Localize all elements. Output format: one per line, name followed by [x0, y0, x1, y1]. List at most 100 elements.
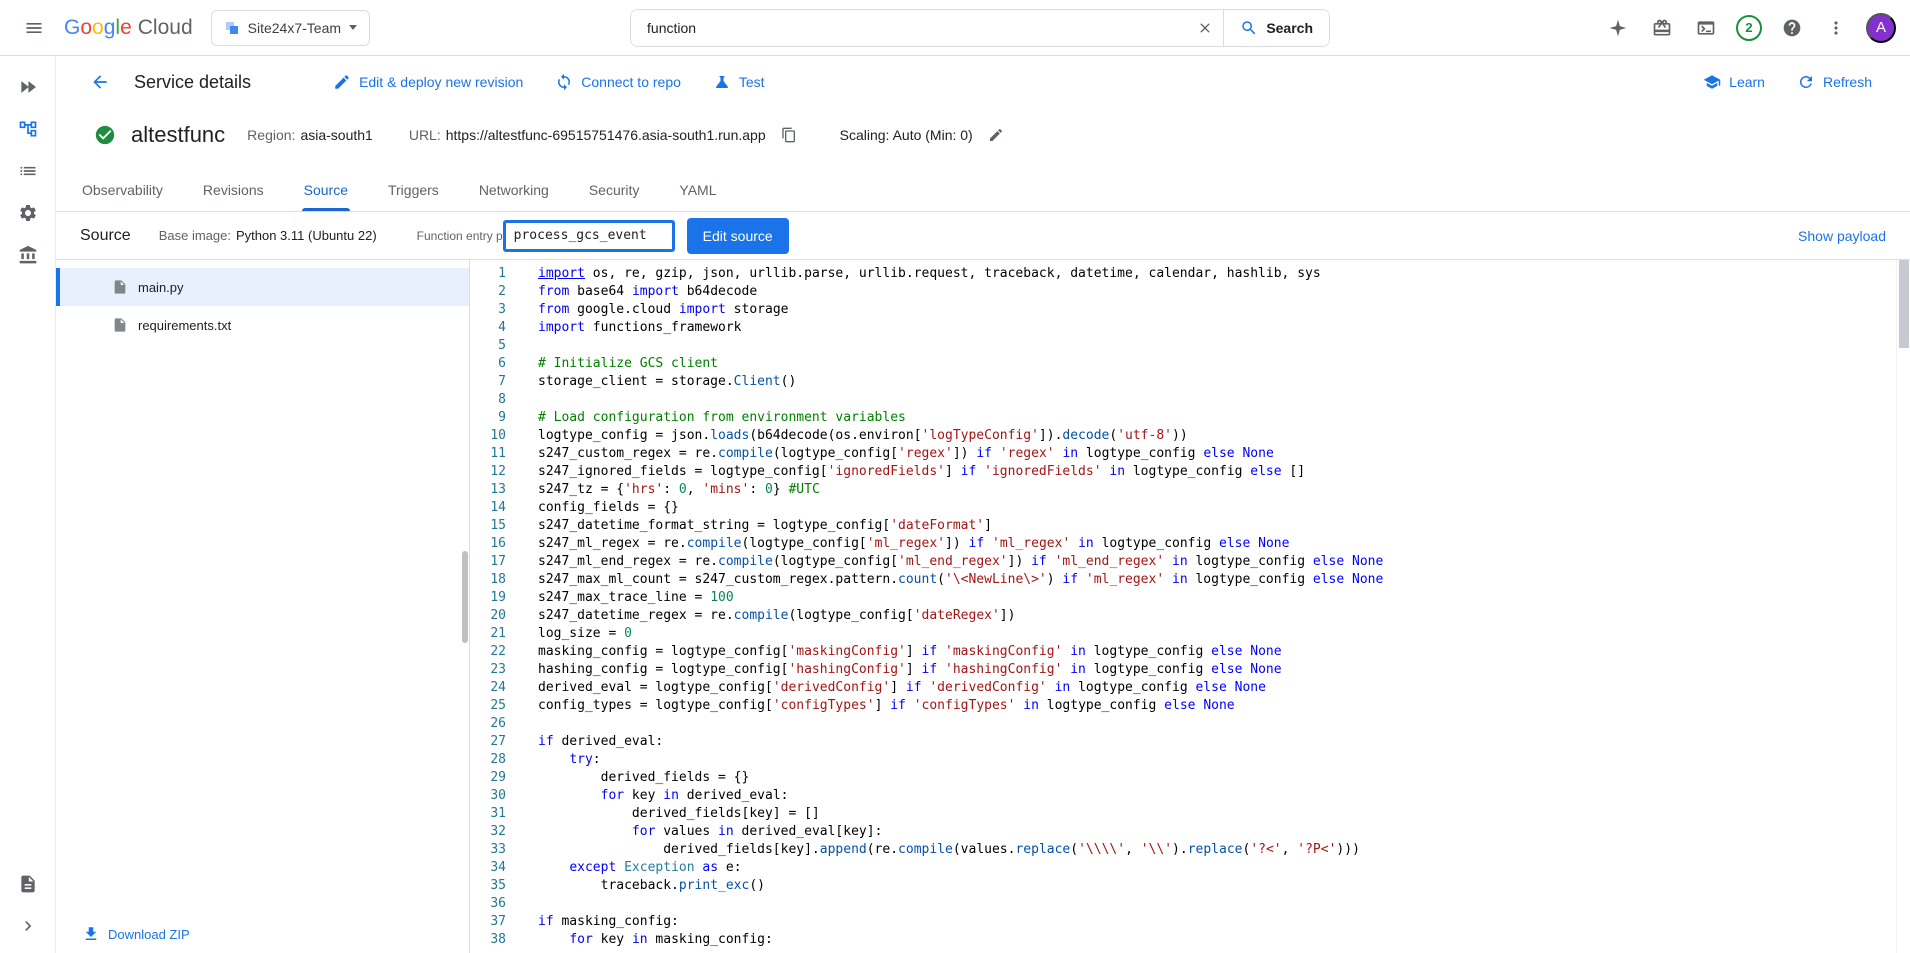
line-number-gutter: 1234567891011121314151617181920212223242…: [470, 265, 518, 953]
collapse-rail-button[interactable]: [4, 905, 52, 947]
code-line[interactable]: s247_datetime_format_string = logtype_co…: [538, 517, 1896, 535]
scrollbar-handle[interactable]: [462, 551, 468, 643]
project-picker[interactable]: Site24x7-Team: [211, 10, 370, 46]
tab-observability[interactable]: Observability: [80, 168, 165, 211]
code-content[interactable]: import os, re, gzip, json, urllib.parse,…: [518, 265, 1896, 953]
search-button[interactable]: Search: [1223, 10, 1329, 46]
search-input[interactable]: [631, 10, 1187, 46]
learn-button[interactable]: Learn: [1689, 64, 1779, 100]
gift-icon: [1652, 18, 1672, 38]
code-viewer[interactable]: 1234567891011121314151617181920212223242…: [470, 260, 1896, 953]
notifications-badge[interactable]: 2: [1736, 15, 1762, 41]
code-line[interactable]: derived_fields[key] = []: [538, 805, 1896, 823]
code-line[interactable]: [538, 715, 1896, 733]
code-line[interactable]: derived_eval = logtype_config['derivedCo…: [538, 679, 1896, 697]
code-line[interactable]: config_types = logtype_config['configTyp…: [538, 697, 1896, 715]
tab-triggers[interactable]: Triggers: [386, 168, 441, 211]
code-line[interactable]: storage_client = storage.Client(): [538, 373, 1896, 391]
help-button[interactable]: [1772, 8, 1812, 48]
line-number: 20: [470, 607, 506, 625]
back-button[interactable]: [80, 62, 120, 102]
entry-point-input[interactable]: [503, 220, 675, 252]
code-line[interactable]: s247_max_ml_count = s247_custom_regex.pa…: [538, 571, 1896, 589]
code-line[interactable]: s247_tz = {'hrs': 0, 'mins': 0} #UTC: [538, 481, 1896, 499]
test-button[interactable]: Test: [699, 64, 779, 100]
code-line[interactable]: s247_max_trace_line = 100: [538, 589, 1896, 607]
code-line[interactable]: s247_custom_regex = re.compile(logtype_c…: [538, 445, 1896, 463]
code-line[interactable]: [538, 337, 1896, 355]
code-line[interactable]: masking_config = logtype_config['masking…: [538, 643, 1896, 661]
rail-item-settings[interactable]: [4, 192, 52, 234]
code-line[interactable]: derived_fields[key].append(re.compile(va…: [538, 841, 1896, 859]
code-line[interactable]: [538, 895, 1896, 913]
edit-deploy-button[interactable]: Edit & deploy new revision: [319, 64, 537, 100]
code-line[interactable]: traceback.print_exc(): [538, 877, 1896, 895]
code-line[interactable]: s247_ignored_fields = logtype_config['ig…: [538, 463, 1896, 481]
tab-revisions[interactable]: Revisions: [201, 168, 266, 211]
file-item-requirements-txt[interactable]: requirements.txt: [56, 306, 469, 344]
tab-yaml[interactable]: YAML: [677, 168, 718, 211]
code-line[interactable]: for key in masking_config:: [538, 931, 1896, 949]
code-line[interactable]: if masking_config:: [538, 913, 1896, 931]
code-line[interactable]: from google.cloud import storage: [538, 301, 1896, 319]
cloud-shell-button[interactable]: [1686, 8, 1726, 48]
code-line[interactable]: # Initialize GCS client: [538, 355, 1896, 373]
code-line[interactable]: try:: [538, 751, 1896, 769]
scrollbar-handle[interactable]: [1899, 260, 1909, 348]
service-region: Region: asia-south1: [247, 127, 373, 143]
cloud-run-product-button[interactable]: [4, 66, 52, 108]
refresh-label: Refresh: [1823, 74, 1872, 90]
code-line[interactable]: s247_datetime_regex = re.compile(logtype…: [538, 607, 1896, 625]
download-zip-button[interactable]: Download ZIP: [82, 925, 190, 943]
code-line[interactable]: for values in derived_eval[key]:: [538, 823, 1896, 841]
line-number: 35: [470, 877, 506, 895]
editor-scrollbar[interactable]: [1896, 260, 1910, 953]
refresh-button[interactable]: Refresh: [1783, 64, 1886, 100]
code-line[interactable]: s247_ml_end_regex = re.compile(logtype_c…: [538, 553, 1896, 571]
edit-source-button[interactable]: Edit source: [687, 218, 789, 254]
code-line[interactable]: s247_ml_regex = re.compile(logtype_confi…: [538, 535, 1896, 553]
edit-scaling-button[interactable]: [981, 120, 1011, 150]
line-number: 28: [470, 751, 506, 769]
line-number: 32: [470, 823, 506, 841]
service-summary: altestfunc Region: asia-south1 URL: http…: [56, 108, 1910, 168]
main-menu-button[interactable]: [14, 8, 54, 48]
close-icon: [1197, 20, 1213, 36]
file-item-main-py[interactable]: main.py: [56, 268, 469, 306]
avatar[interactable]: A: [1866, 13, 1896, 43]
code-line[interactable]: except Exception as e:: [538, 859, 1896, 877]
code-line[interactable]: log_size = 0: [538, 625, 1896, 643]
code-line[interactable]: # Load configuration from environment va…: [538, 409, 1896, 427]
tab-security[interactable]: Security: [587, 168, 642, 211]
logo-letter: g: [104, 16, 116, 40]
main-content: Service details Edit & deploy new revisi…: [56, 56, 1910, 953]
code-line[interactable]: import os, re, gzip, json, urllib.parse,…: [538, 265, 1896, 283]
service-url: URL: https://altestfunc-69515751476.asia…: [409, 127, 766, 143]
gemini-button[interactable]: [1598, 8, 1638, 48]
more-options-button[interactable]: [1816, 8, 1856, 48]
code-line[interactable]: import functions_framework: [538, 319, 1896, 337]
copy-url-button[interactable]: [774, 120, 804, 150]
source-toolbar: Source Base image: Python 3.11 (Ubuntu 2…: [56, 212, 1910, 260]
code-line[interactable]: [538, 391, 1896, 409]
connect-repo-button[interactable]: Connect to repo: [541, 64, 695, 100]
file-panel-scrollbar[interactable]: [462, 260, 468, 953]
google-cloud-logo[interactable]: G o o g l e Cloud: [64, 16, 193, 40]
free-trial-gift-button[interactable]: [1642, 8, 1682, 48]
rail-item-jobs[interactable]: [4, 150, 52, 192]
tab-networking[interactable]: Networking: [477, 168, 551, 211]
tab-source[interactable]: Source: [302, 168, 350, 211]
code-line[interactable]: derived_fields = {}: [538, 769, 1896, 787]
release-notes-button[interactable]: [4, 863, 52, 905]
code-line[interactable]: from base64 import b64decode: [538, 283, 1896, 301]
rail-item-integrations[interactable]: [4, 234, 52, 276]
code-line[interactable]: if derived_eval:: [538, 733, 1896, 751]
code-line[interactable]: logtype_config = json.loads(b64decode(os…: [538, 427, 1896, 445]
search-clear-button[interactable]: [1187, 10, 1223, 46]
code-line[interactable]: hashing_config = logtype_config['hashing…: [538, 661, 1896, 679]
code-line[interactable]: for key in derived_eval:: [538, 787, 1896, 805]
show-payload-link[interactable]: Show payload: [1798, 228, 1886, 244]
code-line[interactable]: config_fields = {}: [538, 499, 1896, 517]
line-number: 29: [470, 769, 506, 787]
rail-item-services[interactable]: [4, 108, 52, 150]
